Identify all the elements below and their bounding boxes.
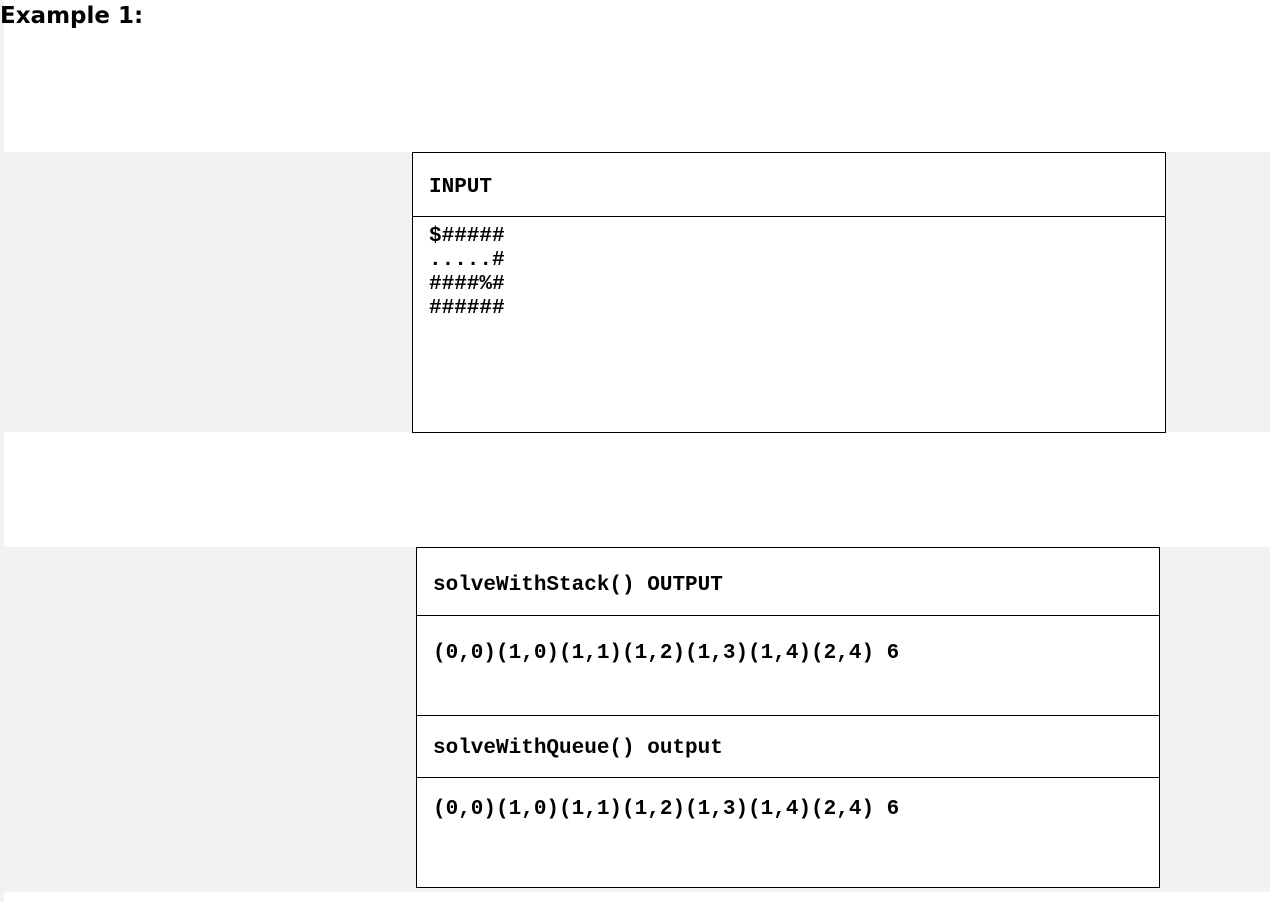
input-table-header: INPUT (413, 153, 1165, 217)
stack-output-result: (0,0)(1,0)(1,1)(1,2)(1,3)(1,4)(2,4) 6 (417, 616, 1159, 716)
example-heading: Example 1: (0, 3, 144, 29)
stack-output-header: solveWithStack() OUTPUT (417, 548, 1159, 616)
output-table: solveWithStack() OUTPUT (0,0)(1,0)(1,1)(… (416, 547, 1160, 888)
queue-output-result: (0,0)(1,0)(1,1)(1,2)(1,3)(1,4)(2,4) 6 (433, 798, 900, 821)
input-grid: $##### .....# ####%# ###### (413, 217, 1165, 321)
input-grid-line: .....# (429, 249, 505, 272)
input-grid-line: ###### (429, 297, 505, 320)
input-grid-line: $##### (429, 225, 505, 248)
input-table: INPUT $##### .....# ####%# ###### (412, 152, 1166, 433)
queue-output-header: solveWithQueue() output (417, 716, 1159, 778)
input-grid-line: ####%# (429, 273, 505, 296)
